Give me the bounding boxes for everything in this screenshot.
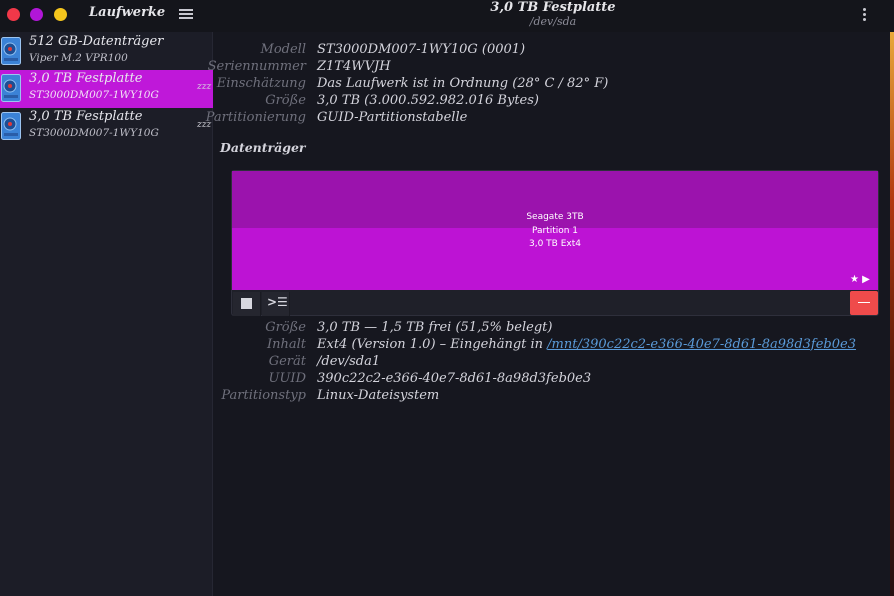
mounted-play-icon: ★ ▶ <box>850 274 870 285</box>
info-label: Partitionierung <box>205 110 306 125</box>
info-label: Größe <box>265 93 306 108</box>
info-label: Seriennummer <box>207 59 306 74</box>
info-row-serial: Seriennummer Z1T4WVJH <box>0 59 894 76</box>
page-subtitle: /dev/sda <box>529 15 577 28</box>
info-label: Partitionstyp <box>221 388 306 403</box>
info-row-size: Größe 3,0 TB (3.000.592.982.016 Bytes) <box>0 93 894 110</box>
info-label: Größe <box>265 320 306 335</box>
title-bar: Laufwerke 3,0 TB Festplatte /dev/sda <box>0 0 894 32</box>
info-value: GUID-Partitionstabelle <box>317 110 468 125</box>
info-label: UUID <box>268 371 306 386</box>
partition-label-name: Seagate 3TB <box>526 212 584 222</box>
partition-block[interactable]: Seagate 3TB Partition 1 3,0 TB Ext4 ★ ▶ <box>232 171 878 290</box>
partition-label-number: Partition 1 <box>531 226 579 236</box>
info-value: Z1T4WVJH <box>317 59 391 74</box>
mount-point-link[interactable]: /mnt/390c22c2-e366-40e7-8d61-8a98d3feb0e… <box>547 337 856 352</box>
close-window-button[interactable] <box>7 8 20 21</box>
content-text: Ext4 (Version 1.0) – Eingehängt in <box>317 337 548 352</box>
stop-icon <box>241 298 252 309</box>
info-value: Das Laufwerk ist in Ordnung (28° C / 82°… <box>317 76 609 91</box>
info-value: ST3000DM007-1WY10G (0001) <box>317 42 526 57</box>
volume-toolbar: >☰ <box>232 291 878 316</box>
volume-info-uuid: UUID 390c22c2-e366-40e7-8d61-8a98d3feb0e… <box>0 371 894 388</box>
unmount-button[interactable] <box>233 292 261 316</box>
page-title: 3,0 TB Festplatte <box>490 0 616 15</box>
info-label: Modell <box>260 42 306 57</box>
volume-info-content: Inhalt Ext4 (Version 1.0) – Eingehängt i… <box>0 337 894 354</box>
info-value: /dev/sda1 <box>317 354 381 369</box>
info-row-model: Modell ST3000DM007-1WY10G (0001) <box>0 42 894 59</box>
drive-model: ST3000DM007-1WY10G <box>29 127 159 139</box>
delete-partition-button[interactable] <box>850 291 878 315</box>
maximize-window-button[interactable] <box>54 8 67 21</box>
info-value: 3,0 TB — 1,5 TB frei (51,5% belegt) <box>317 320 553 335</box>
info-row-partitioning: Partitionierung GUID-Partitionstabelle <box>0 110 894 127</box>
info-value: Linux-Dateisystem <box>317 388 440 403</box>
volume-info-partition-type: Partitionstyp Linux-Dateisystem <box>0 388 894 405</box>
info-value: 390c22c2-e366-40e7-8d61-8a98d3feb0e3 <box>317 371 592 386</box>
info-label: Gerät <box>268 354 306 369</box>
volume-map: Seagate 3TB Partition 1 3,0 TB Ext4 ★ ▶ … <box>231 170 879 316</box>
info-label: Inhalt <box>266 337 306 352</box>
kebab-menu-icon[interactable] <box>861 8 867 24</box>
info-label: Einschätzung <box>216 76 306 91</box>
volumes-heading: Datenträger <box>220 140 306 155</box>
partition-label-size: 3,0 TB Ext4 <box>529 239 581 249</box>
minus-icon <box>858 302 870 303</box>
info-value: Ext4 (Version 1.0) – Eingehängt in /mnt/… <box>317 337 856 352</box>
more-actions-icon: >☰ <box>267 295 288 309</box>
sidebar-title: Laufwerke <box>89 5 166 20</box>
more-actions-button[interactable]: >☰ <box>262 292 290 316</box>
info-row-assessment: Einschätzung Das Laufwerk ist in Ordnung… <box>0 76 894 93</box>
volume-info-device: Gerät /dev/sda1 <box>0 354 894 371</box>
minimize-window-button[interactable] <box>30 8 43 21</box>
info-value: 3,0 TB (3.000.592.982.016 Bytes) <box>317 93 539 108</box>
background-window-edge <box>890 32 894 596</box>
volume-info-size: Größe 3,0 TB — 1,5 TB frei (51,5% belegt… <box>0 320 894 337</box>
hamburger-menu-icon[interactable] <box>179 9 193 21</box>
